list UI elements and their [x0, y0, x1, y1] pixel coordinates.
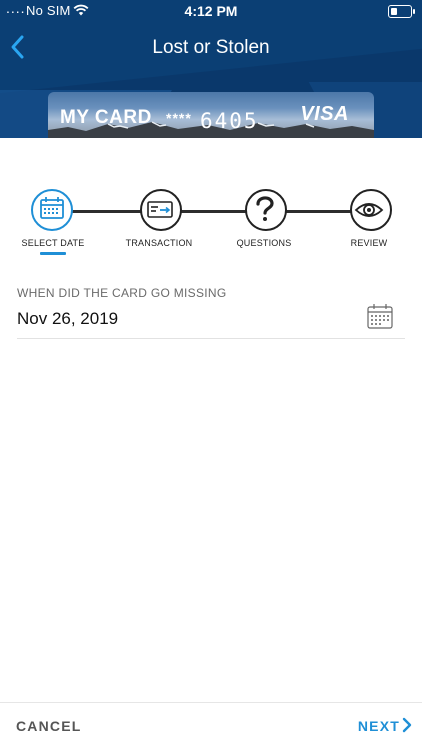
card-preview: MY CARD **** 6405 VISA: [48, 92, 374, 138]
missing-date-label: WHEN DID THE CARD GO MISSING: [17, 286, 227, 300]
calendar-icon: [40, 197, 64, 219]
card-mask: ****: [166, 110, 192, 126]
step-label: SELECT DATE: [21, 238, 85, 248]
next-button[interactable]: NEXT: [358, 718, 400, 734]
page-title: Lost or Stolen: [152, 37, 270, 58]
footer-divider: [0, 702, 422, 703]
calendar-icon[interactable]: [366, 302, 394, 330]
cancel-button[interactable]: CANCEL: [16, 718, 82, 734]
step-label: TRANSACTION: [125, 238, 193, 248]
step-label: QUESTIONS: [236, 238, 292, 248]
card-brand-logo: VISA: [300, 103, 349, 125]
progress-stepper: SELECT DATE TRANSACTION QUESTIONS REVIEW: [0, 180, 422, 270]
active-step-indicator: [40, 252, 66, 255]
card-transaction-icon: [147, 201, 173, 218]
status-bar: .... No SIM 4:12 PM: [0, 0, 422, 22]
card-name: MY CARD: [60, 107, 152, 128]
step-label: REVIEW: [350, 238, 388, 248]
card-last-four: 6405: [200, 109, 259, 133]
chevron-right-icon[interactable]: [402, 717, 412, 733]
status-time: 4:12 PM: [184, 3, 238, 19]
field-divider: [17, 338, 405, 339]
eye-icon: [354, 203, 384, 217]
battery-icon: [388, 5, 415, 18]
header: .... No SIM 4:12 PM Lost or Stolen MY CA…: [0, 0, 422, 138]
question-icon: [256, 196, 274, 221]
missing-date-field[interactable]: Nov 26, 2019: [17, 309, 118, 329]
